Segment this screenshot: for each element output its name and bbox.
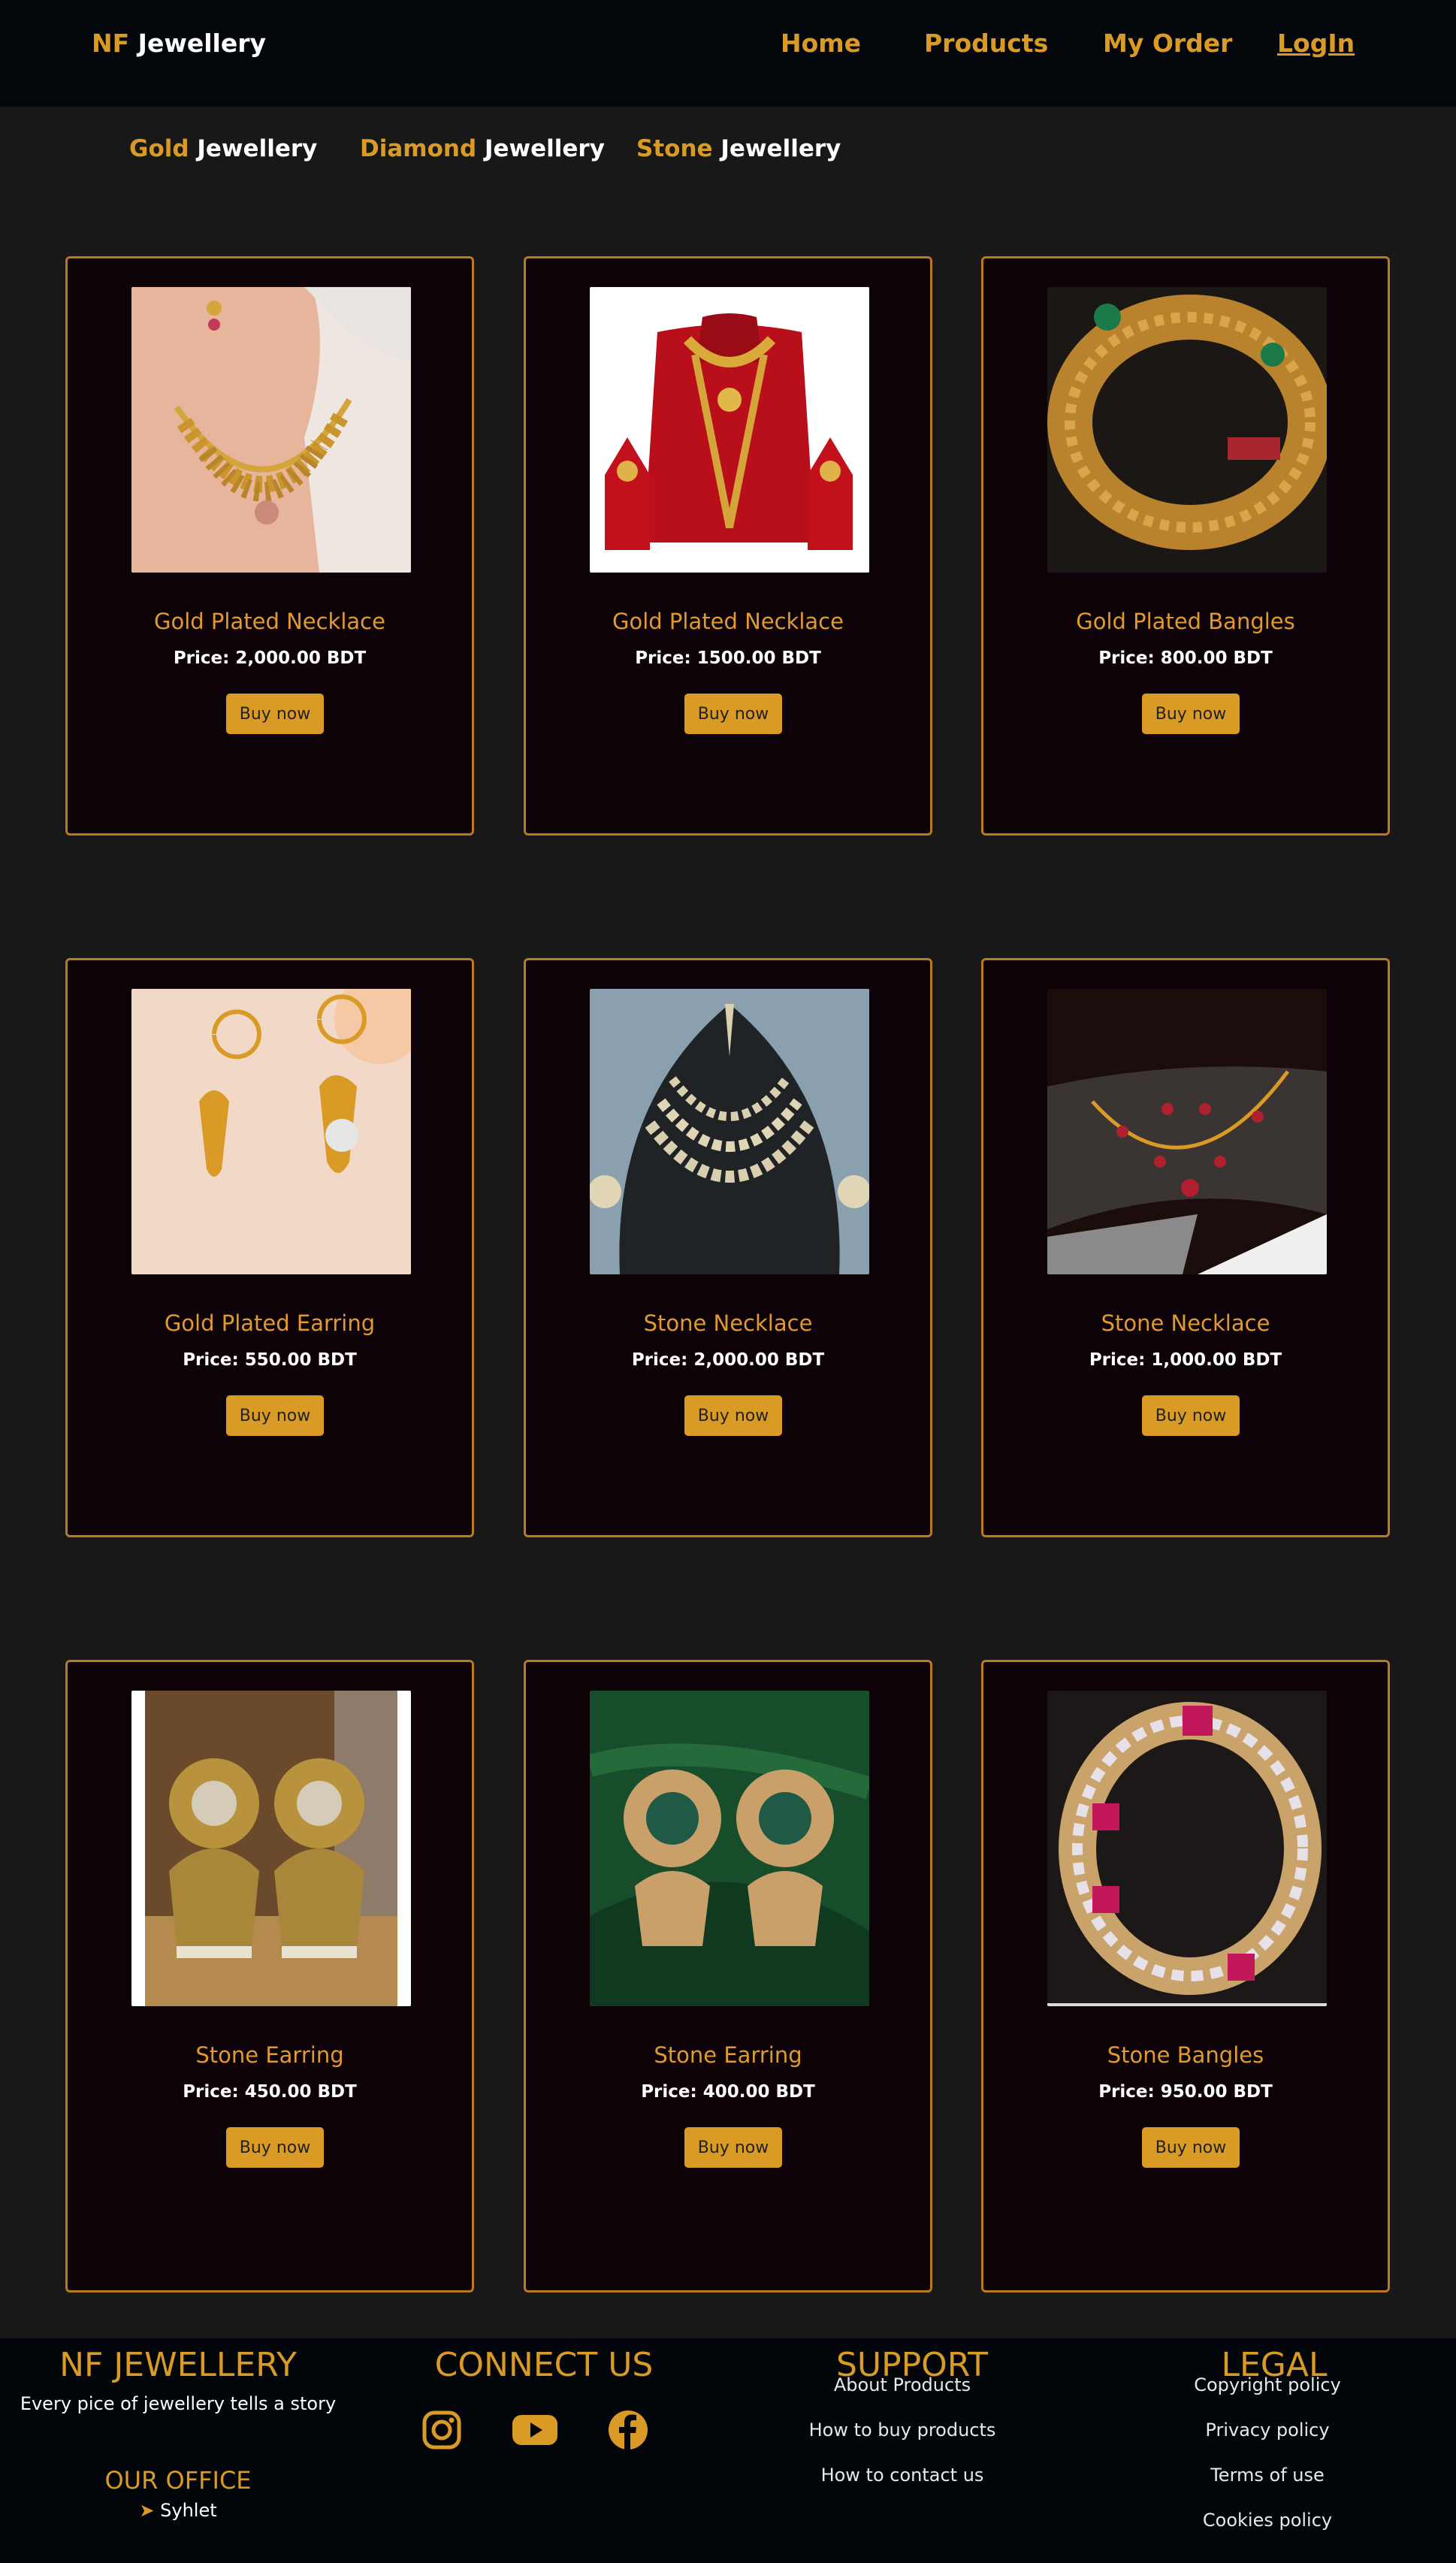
buy-now-button[interactable]: Buy now	[226, 1395, 324, 1436]
legal-link-terms[interactable]: Terms of use	[1092, 2465, 1442, 2486]
connect-title: CONNECT US	[434, 2346, 654, 2384]
product-card: Stone Earring Price: 450.00 BDT Buy now	[65, 1660, 474, 2292]
product-image[interactable]	[590, 989, 869, 1274]
tab-accent: Diamond	[360, 135, 477, 162]
product-image[interactable]	[590, 1691, 869, 2006]
footer-brand: NF JEWELLERY	[59, 2346, 297, 2384]
product-price: Price: 2,000.00 BDT	[631, 1350, 825, 1370]
youtube-icon[interactable]	[511, 2409, 559, 2451]
product-price: Price: 400.00 BDT	[641, 2082, 815, 2102]
buy-now-button[interactable]: Buy now	[1142, 1395, 1240, 1436]
nav-products-link[interactable]: Products	[924, 29, 1048, 58]
product-card: Gold Plated Bangles Price: 800.00 BDT Bu…	[981, 256, 1390, 836]
product-price: Price: 2,000.00 BDT	[173, 648, 367, 668]
nav-my-order-link[interactable]: My Order	[1103, 29, 1232, 58]
legal-link-cookies[interactable]: Cookies policy	[1092, 2510, 1442, 2531]
product-card: Gold Plated Necklace Price: 1500.00 BDT …	[524, 256, 932, 836]
product-image[interactable]	[131, 287, 411, 573]
tab-accent: Gold	[129, 135, 189, 162]
product-price: Price: 950.00 BDT	[1098, 2082, 1273, 2102]
product-image[interactable]	[1047, 1691, 1327, 2006]
product-title: Gold Plated Necklace	[154, 609, 385, 634]
tab-stone-jewellery[interactable]: Stone Jewellery	[636, 135, 841, 162]
buy-now-button[interactable]: Buy now	[1142, 2127, 1240, 2168]
product-image[interactable]	[131, 1691, 411, 2006]
tab-label: Jewellery	[484, 135, 605, 162]
nav-home-link[interactable]: Home	[781, 29, 861, 58]
product-card: Stone Bangles Price: 950.00 BDT Buy now	[981, 1660, 1390, 2292]
buy-now-button[interactable]: Buy now	[684, 2127, 782, 2168]
office-location-text: Syhlet	[160, 2500, 217, 2521]
support-link-how-to-contact[interactable]: How to contact us	[732, 2465, 1073, 2486]
product-title: Gold Plated Earring	[164, 1310, 376, 1336]
product-title: Stone Bangles	[1107, 2042, 1264, 2068]
product-price: Price: 1500.00 BDT	[635, 648, 821, 668]
product-title: Stone Necklace	[1101, 1310, 1270, 1336]
support-link-how-to-buy[interactable]: How to buy products	[732, 2419, 1073, 2441]
product-price: Price: 1,000.00 BDT	[1089, 1350, 1282, 1370]
office-location: ➤ Syhlet	[0, 2500, 356, 2521]
product-image[interactable]	[1047, 287, 1327, 573]
buy-now-button[interactable]: Buy now	[684, 694, 782, 734]
location-arrow-icon: ➤	[139, 2500, 155, 2521]
product-card: Gold Plated Necklace Price: 2,000.00 BDT…	[65, 256, 474, 836]
brand-logo[interactable]: NF Jewellery	[92, 29, 266, 58]
support-link-about-products[interactable]: About Products	[732, 2374, 1073, 2395]
product-image[interactable]	[590, 287, 869, 573]
nav-login-link[interactable]: LogIn	[1277, 29, 1355, 58]
top-navbar: NF Jewellery Home Products My Order LogI…	[0, 0, 1456, 107]
tab-label: Jewellery	[720, 135, 841, 162]
product-image[interactable]	[131, 989, 411, 1274]
product-title: Gold Plated Bangles	[1076, 609, 1295, 634]
legal-link-privacy[interactable]: Privacy policy	[1092, 2419, 1442, 2441]
tab-diamond-jewellery[interactable]: Diamond Jewellery	[360, 135, 605, 162]
brand-name: Jewellery	[137, 29, 266, 58]
product-title: Gold Plated Necklace	[612, 609, 844, 634]
product-card: Stone Necklace Price: 1,000.00 BDT Buy n…	[981, 958, 1390, 1537]
buy-now-button[interactable]: Buy now	[1142, 694, 1240, 734]
facebook-icon[interactable]	[607, 2409, 649, 2451]
product-card: Stone Necklace Price: 2,000.00 BDT Buy n…	[524, 958, 932, 1537]
product-image[interactable]	[1047, 989, 1327, 1274]
product-price: Price: 800.00 BDT	[1098, 648, 1273, 668]
footer-tagline: Every pice of jewellery tells a story	[20, 2393, 337, 2414]
tab-accent: Stone	[636, 135, 713, 162]
tab-label: Jewellery	[197, 135, 318, 162]
product-price: Price: 450.00 BDT	[183, 2082, 357, 2102]
office-title: OUR OFFICE	[104, 2466, 252, 2495]
buy-now-button[interactable]: Buy now	[684, 1395, 782, 1436]
brand-accent: NF	[92, 29, 130, 58]
product-price: Price: 550.00 BDT	[183, 1350, 357, 1370]
product-card: Stone Earring Price: 400.00 BDT Buy now	[524, 1660, 932, 2292]
buy-now-button[interactable]: Buy now	[226, 2127, 324, 2168]
legal-link-copyright[interactable]: Copyright policy	[1092, 2374, 1442, 2395]
product-title: Stone Earring	[654, 2042, 802, 2068]
product-title: Stone Necklace	[643, 1310, 813, 1336]
product-card: Gold Plated Earring Price: 550.00 BDT Bu…	[65, 958, 474, 1537]
product-title: Stone Earring	[195, 2042, 344, 2068]
instagram-icon[interactable]	[421, 2409, 463, 2451]
buy-now-button[interactable]: Buy now	[226, 694, 324, 734]
tab-gold-jewellery[interactable]: Gold Jewellery	[129, 135, 317, 162]
